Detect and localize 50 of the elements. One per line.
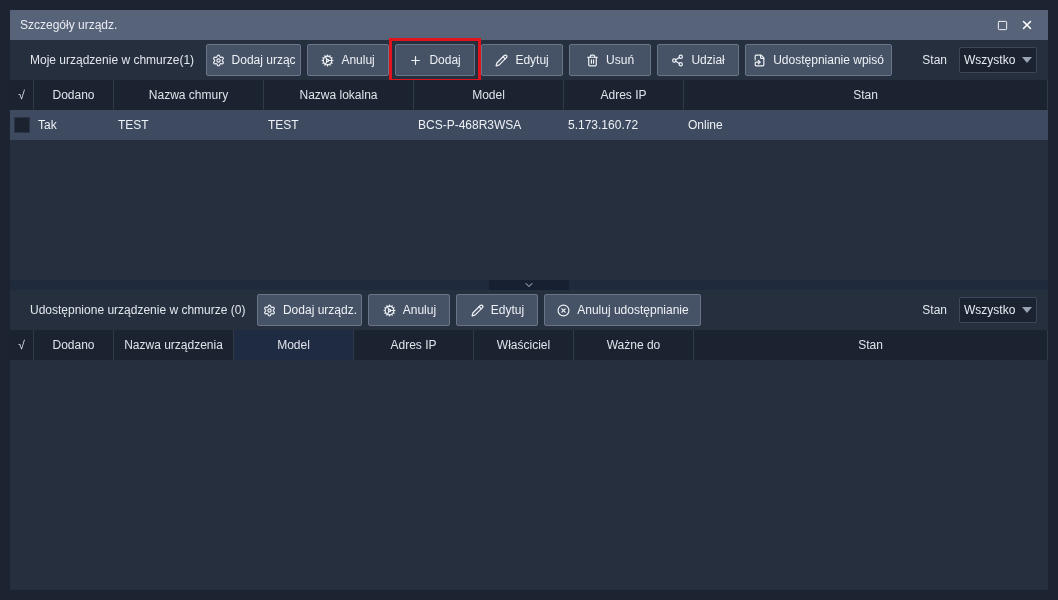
table-cell-text: Tak bbox=[37, 118, 58, 132]
toolbar-button[interactable]: Udział bbox=[657, 44, 740, 76]
toolbar-button[interactable]: Dodaj bbox=[395, 44, 476, 76]
maximize-icon bbox=[997, 19, 1008, 31]
toolbar-button[interactable]: Anuluj bbox=[307, 44, 390, 76]
splitter[interactable] bbox=[10, 280, 1048, 290]
settings-icon bbox=[211, 53, 225, 67]
column-header[interactable]: Stan bbox=[694, 330, 1048, 360]
pencil-icon bbox=[495, 53, 509, 67]
column-header[interactable]: Ważne do bbox=[574, 330, 694, 360]
caret-icon bbox=[1022, 57, 1032, 63]
column-header[interactable]: √ bbox=[10, 330, 34, 360]
status-dropdown[interactable]: Wszystko bbox=[959, 297, 1037, 323]
document-share-icon bbox=[753, 53, 767, 67]
cog-icon bbox=[321, 53, 335, 67]
close-icon bbox=[1020, 18, 1034, 32]
toolbar-button[interactable]: Edytuj bbox=[481, 44, 564, 76]
table-cell-text: TEST bbox=[267, 118, 300, 132]
section-label: Udostępnione urządzenie w chmurze (0) bbox=[30, 303, 246, 317]
toolbar-button[interactable]: Udostępnianie wpisó bbox=[745, 44, 893, 76]
column-header[interactable]: Właściciel bbox=[474, 330, 574, 360]
table-cell-text: BCS-P-468R3WSA bbox=[417, 118, 523, 132]
table-cell-text: Online bbox=[687, 118, 724, 132]
toolbar-button[interactable]: Anuluj bbox=[368, 294, 451, 326]
trash-icon bbox=[586, 53, 600, 67]
pencil-icon bbox=[470, 303, 484, 317]
filter-label: Stan bbox=[922, 303, 947, 317]
section-label: Moje urządzenie w chmurze(1) bbox=[30, 53, 195, 67]
table-cell-text: 5.173.160.72 bbox=[567, 118, 640, 132]
column-header[interactable]: Model bbox=[234, 330, 354, 360]
table-cell-text: TEST bbox=[117, 118, 150, 132]
window-title: Szczegóły urządz. bbox=[20, 18, 119, 32]
toolbar-button[interactable]: Usuń bbox=[569, 44, 652, 76]
filter-label: Stan bbox=[922, 53, 947, 67]
row-checkbox[interactable] bbox=[14, 117, 30, 133]
settings-icon bbox=[262, 303, 276, 317]
toolbar-button[interactable]: Edytuj bbox=[456, 294, 539, 326]
column-header[interactable]: Adres IP bbox=[354, 330, 474, 360]
toolbar-button[interactable]: Dodaj urząc bbox=[206, 44, 302, 76]
toolbar-button[interactable]: Dodaj urządz. bbox=[257, 294, 363, 326]
status-dropdown[interactable]: Wszystko bbox=[959, 47, 1037, 73]
table-row[interactable]: Tak TEST TEST BCS-P-468R3WSA 5.173.160.72 Online bbox=[10, 110, 1048, 140]
circle-x-icon bbox=[557, 303, 571, 317]
share-icon bbox=[671, 53, 685, 67]
caret-icon bbox=[1022, 307, 1032, 313]
column-header[interactable]: Dodano bbox=[34, 330, 114, 360]
cog-icon bbox=[382, 303, 396, 317]
collapse-handle[interactable] bbox=[489, 280, 569, 290]
toolbar-button[interactable]: Anuluj udostępnianie bbox=[544, 294, 702, 326]
plus-icon bbox=[409, 53, 423, 67]
